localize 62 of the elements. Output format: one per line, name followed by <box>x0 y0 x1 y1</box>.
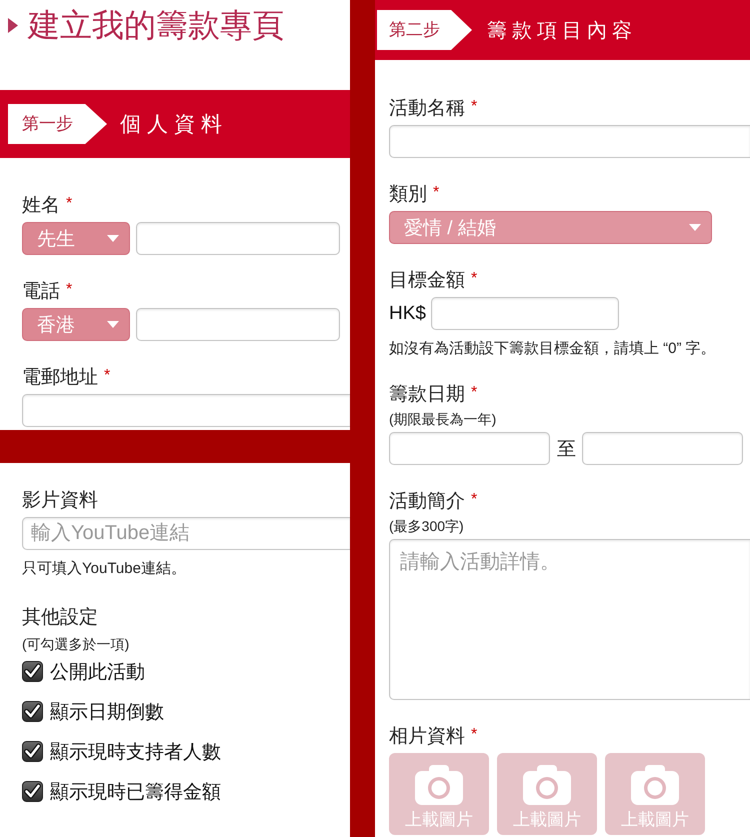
field-label: 電話 <box>22 280 60 304</box>
field-label: 目標金額 <box>389 269 465 293</box>
camera-icon <box>415 765 463 805</box>
required-mark: * <box>66 194 72 214</box>
required-mark: * <box>66 280 72 300</box>
field-label: 相片資料 <box>389 725 465 749</box>
caret-icon <box>689 224 701 231</box>
camera-icon <box>631 765 679 805</box>
required-mark: * <box>471 490 478 510</box>
field-label: 活動名稱 <box>389 97 465 121</box>
field-note: (最多300字) <box>389 517 465 535</box>
field-note: (期限最長為一年) <box>389 410 498 428</box>
field-label: 影片資料 <box>22 489 98 513</box>
triangle-icon <box>8 18 18 32</box>
required-mark: * <box>471 97 478 117</box>
field-hint: 只可填入YouTube連結。 <box>22 560 187 578</box>
checkbox-label: 顯示現時已籌得金額 <box>50 780 221 804</box>
page-title: 建立我的籌款專頁 <box>28 6 284 45</box>
dropdown[interactable]: 愛情 / 結婚 <box>389 211 712 244</box>
field-label: 類別 <box>389 183 427 207</box>
description-field[interactable]: 請輸入活動詳情。 <box>389 539 750 700</box>
step-badge: 第一步 <box>8 104 107 144</box>
checkbox[interactable] <box>22 701 43 722</box>
required-mark: * <box>471 383 478 403</box>
dropdown[interactable]: 香港 <box>22 308 130 341</box>
caret-icon <box>107 235 119 242</box>
upload-photo-button[interactable]: 上載圖片 <box>497 753 597 835</box>
checkbox[interactable] <box>22 661 43 682</box>
step-badge: 第二步 <box>377 10 472 50</box>
field-note: (可勾選多於一項) <box>22 635 130 653</box>
step-title: 籌款項目內容 <box>487 18 637 44</box>
field-label: 活動簡介 <box>389 490 465 514</box>
field-label: 電郵地址 <box>22 366 98 390</box>
text-field[interactable] <box>22 394 350 427</box>
field-label: 其他設定 <box>22 606 98 630</box>
checkbox-label: 公開此活動 <box>50 660 145 684</box>
amount-field[interactable] <box>430 297 619 330</box>
required-mark: * <box>433 183 440 203</box>
field-hint: 如沒有為活動設下籌款目標金額，請填上 “0” 字。 <box>389 340 717 358</box>
field-label: 籌款日期 <box>389 383 465 407</box>
start-date-field[interactable] <box>389 432 550 465</box>
currency-prefix: HK$ <box>389 302 426 324</box>
checkbox-label: 顯示日期倒數 <box>50 700 164 724</box>
text-field[interactable]: 輸入YouTube連結 <box>22 517 350 550</box>
end-date-field[interactable] <box>582 432 743 465</box>
checkbox-label: 顯示現時支持者人數 <box>50 740 221 764</box>
caret-icon <box>107 321 119 328</box>
checkbox[interactable] <box>22 781 43 802</box>
text-field[interactable] <box>389 125 750 158</box>
dropdown[interactable]: 先生 <box>22 222 130 255</box>
field-label: 姓名 <box>22 194 60 218</box>
upload-photo-button[interactable]: 上載圖片 <box>605 753 705 835</box>
required-mark: * <box>471 269 478 289</box>
step-title: 個人資料 <box>120 112 228 138</box>
upload-photo-button[interactable]: 上載圖片 <box>389 753 489 835</box>
range-separator: 至 <box>557 438 576 462</box>
text-field[interactable] <box>136 222 340 255</box>
camera-icon <box>523 765 571 805</box>
checkbox[interactable] <box>22 741 43 762</box>
text-field[interactable] <box>136 308 340 341</box>
required-mark: * <box>104 366 110 386</box>
required-mark: * <box>471 725 478 745</box>
